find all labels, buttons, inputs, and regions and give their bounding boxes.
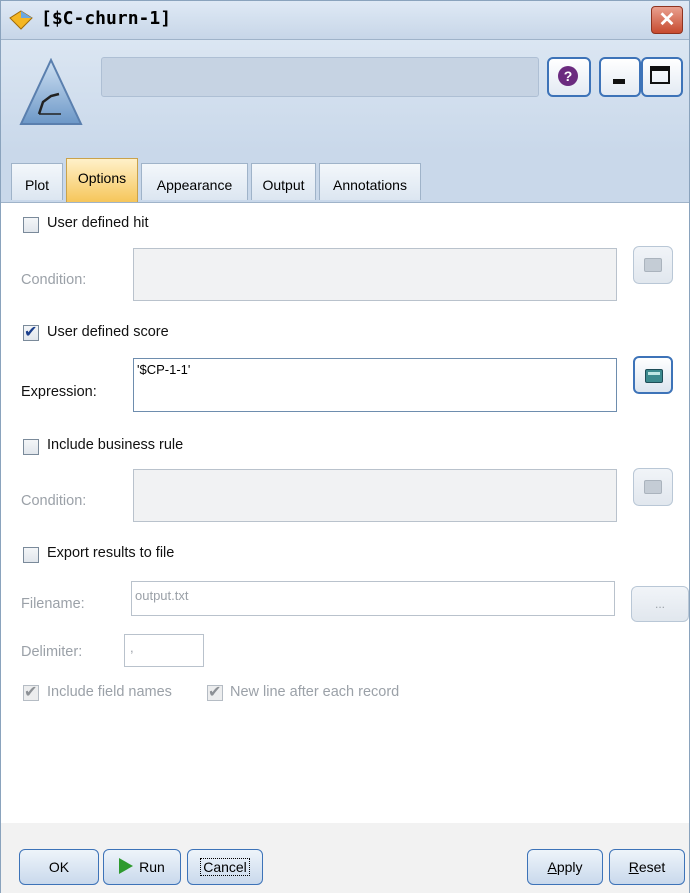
apply-label: pply [556,859,583,875]
filename-label: Filename: [21,596,85,612]
rule-expression-builder-button[interactable] [633,468,673,506]
evaluation-node-dialog: [$C-churn-1] ✕ ? Plot Options Appearance… [0,0,690,893]
tab-options[interactable]: Options [66,158,138,202]
include-business-rule-checkbox[interactable] [23,439,39,455]
reset-button[interactable]: Reset [609,849,685,885]
rule-condition-field[interactable] [133,469,617,522]
evaluation-node-icon [19,58,83,125]
ok-button[interactable]: OK [19,849,99,885]
close-icon: ✕ [658,9,676,31]
filename-value: output.txt [135,588,189,603]
tab-appearance[interactable]: Appearance [141,163,248,200]
reset-mnemonic: R [628,859,639,875]
user-defined-score-label: User defined score [47,324,169,340]
maximize-button[interactable] [641,57,683,97]
score-expression-value: '$CP-1-1' [137,362,191,377]
run-button[interactable]: Run [103,849,181,885]
cancel-label: Cancel [200,858,250,876]
delimiter-value: , [130,640,134,655]
apply-mnemonic: A [547,859,557,875]
title-bar[interactable]: [$C-churn-1] ✕ [1,1,689,40]
delimiter-field[interactable]: , [124,634,204,667]
include-field-names-label: Include field names [47,684,172,700]
new-line-after-record-label: New line after each record [230,684,400,700]
minimize-button[interactable] [599,57,641,97]
score-expression-field[interactable]: '$CP-1-1' [133,358,617,412]
cancel-button[interactable]: Cancel [187,849,263,885]
reset-label: eset [638,859,666,875]
minimize-icon [613,79,625,84]
score-expression-builder-button[interactable] [633,356,673,394]
score-expression-label: Expression: [21,384,97,400]
tab-annotations[interactable]: Annotations [319,163,421,200]
delimiter-label: Delimiter: [21,644,83,660]
export-results-checkbox[interactable] [23,547,39,563]
window-title: [$C-churn-1] [41,8,172,29]
rule-condition-label: Condition: [21,493,87,509]
filename-field[interactable]: output.txt [131,581,615,616]
include-business-rule-label: Include business rule [47,437,184,453]
export-results-label: Export results to file [47,545,175,561]
calculator-icon [644,258,662,272]
hit-condition-label: Condition: [21,272,87,288]
browse-file-button[interactable]: ... [631,586,689,622]
hit-expression-builder-button[interactable] [633,246,673,284]
calculator-icon [645,369,663,383]
apply-button[interactable]: Apply [527,849,603,885]
maximize-icon [650,66,670,84]
user-defined-score-checkbox[interactable] [23,322,39,341]
run-label: Run [139,859,165,875]
help-button[interactable]: ? [547,57,591,97]
options-panel: User defined hit Condition: User defined… [1,203,689,823]
close-button[interactable]: ✕ [651,6,683,34]
node-diamond-icon [9,10,33,30]
include-field-names-checkbox[interactable] [23,682,39,701]
tab-output[interactable]: Output [251,163,316,200]
hit-condition-field[interactable] [133,248,617,301]
node-name-field[interactable] [101,57,539,97]
tab-bar: Plot Options Appearance Output Annotatio… [1,152,689,203]
tab-plot[interactable]: Plot [11,163,63,200]
calculator-icon [644,480,662,494]
run-icon [119,858,134,875]
user-defined-hit-label: User defined hit [47,215,149,231]
user-defined-hit-checkbox[interactable] [23,217,39,233]
help-icon: ? [558,66,578,86]
new-line-after-record-checkbox[interactable] [207,682,223,701]
dialog-header: ? [1,40,689,152]
button-bar: OK Run Cancel Apply Reset [1,823,689,893]
